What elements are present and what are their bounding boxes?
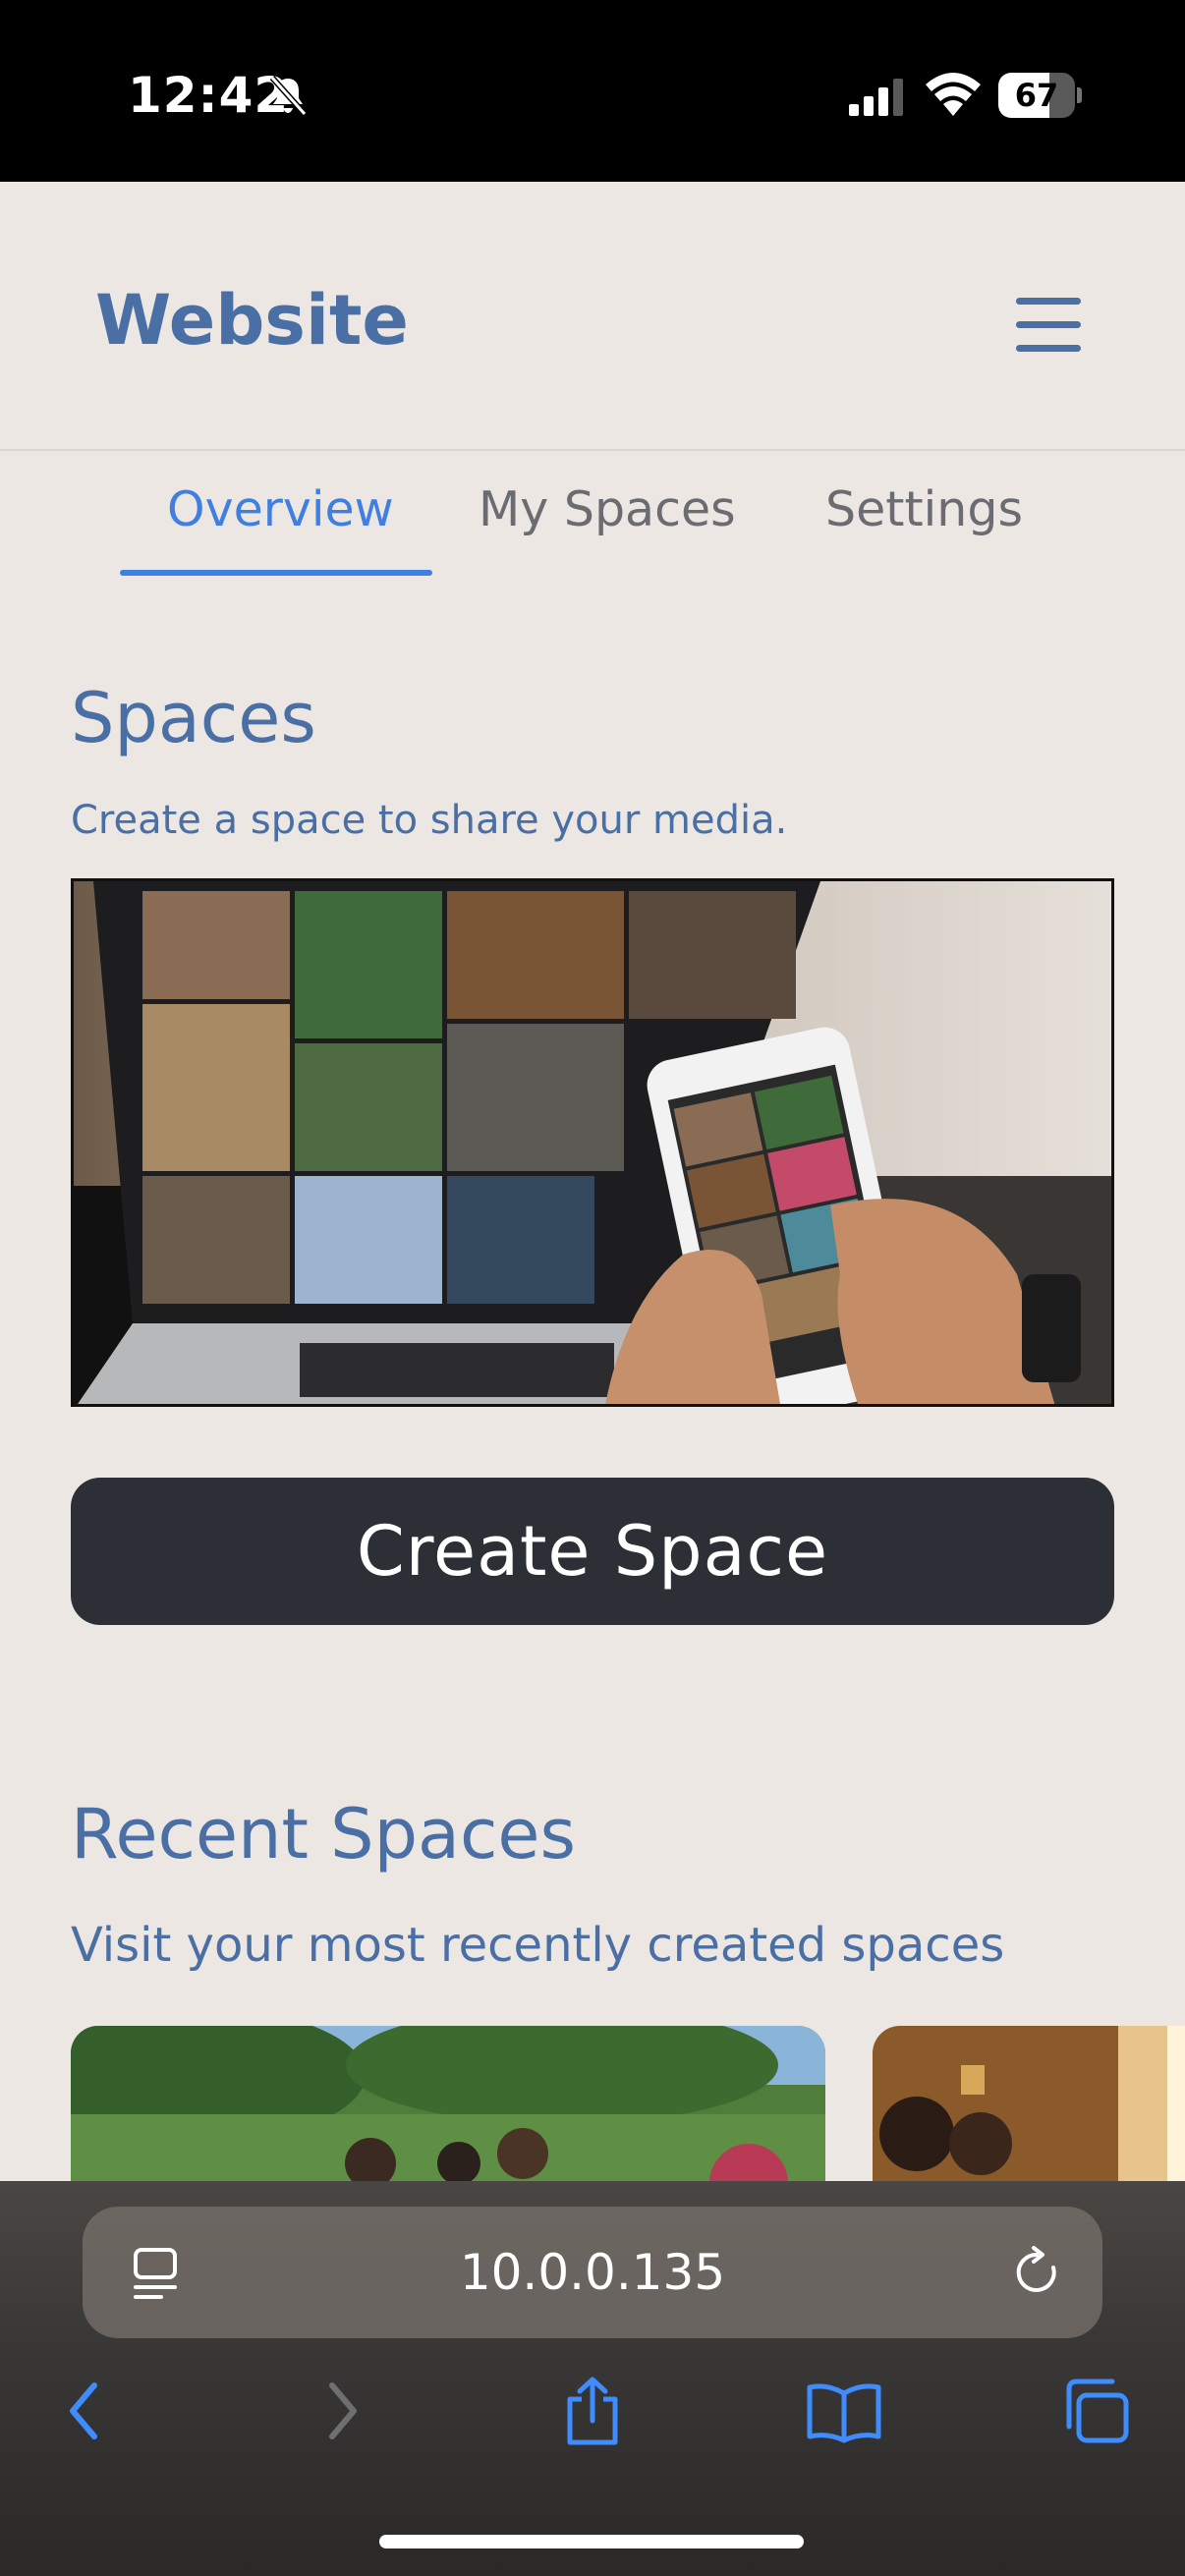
bookmarks-icon[interactable] [806,2376,882,2446]
silent-bell-icon [269,76,308,116]
home-indicator [379,2535,804,2548]
cellular-signal-icon [849,79,903,116]
url-text: 10.0.0.135 [459,2244,726,2301]
status-bar: 12:42 67 [0,0,1185,182]
spaces-subtitle: Create a space to share your media. [71,798,788,843]
recent-space-card[interactable] [71,2026,825,2183]
wifi-icon [926,73,981,116]
browser-toolbar: 10.0.0.135 [0,2181,1185,2576]
create-space-button[interactable]: Create Space [71,1478,1114,1625]
tabs-icon[interactable] [1061,2376,1132,2446]
battery-percent: 67 [1014,77,1059,114]
tab-my-spaces[interactable]: My Spaces [479,481,736,537]
forward-icon[interactable] [322,2376,362,2446]
battery-indicator: 67 [998,73,1082,118]
back-icon[interactable] [65,2376,104,2446]
tab-overview[interactable]: Overview [167,481,394,537]
spaces-heading: Spaces [71,678,316,758]
tab-settings[interactable]: Settings [825,481,1023,537]
recent-spaces-subtitle: Visit your most recently created spaces [71,1918,1005,1973]
active-tab-underline [120,570,432,576]
site-header: Website [0,182,1185,451]
reload-icon[interactable] [1010,2246,1063,2299]
hamburger-menu-icon[interactable] [1016,298,1081,353]
recent-space-card[interactable] [873,2026,1185,2183]
recent-spaces-heading: Recent Spaces [71,1794,576,1875]
tab-bar: Overview My Spaces Settings [0,462,1185,580]
site-title[interactable]: Website [95,280,409,361]
recent-spaces-carousel [0,2026,1185,2183]
address-bar[interactable]: 10.0.0.135 [83,2207,1102,2338]
share-icon[interactable] [560,2376,625,2446]
hero-image [71,878,1114,1407]
